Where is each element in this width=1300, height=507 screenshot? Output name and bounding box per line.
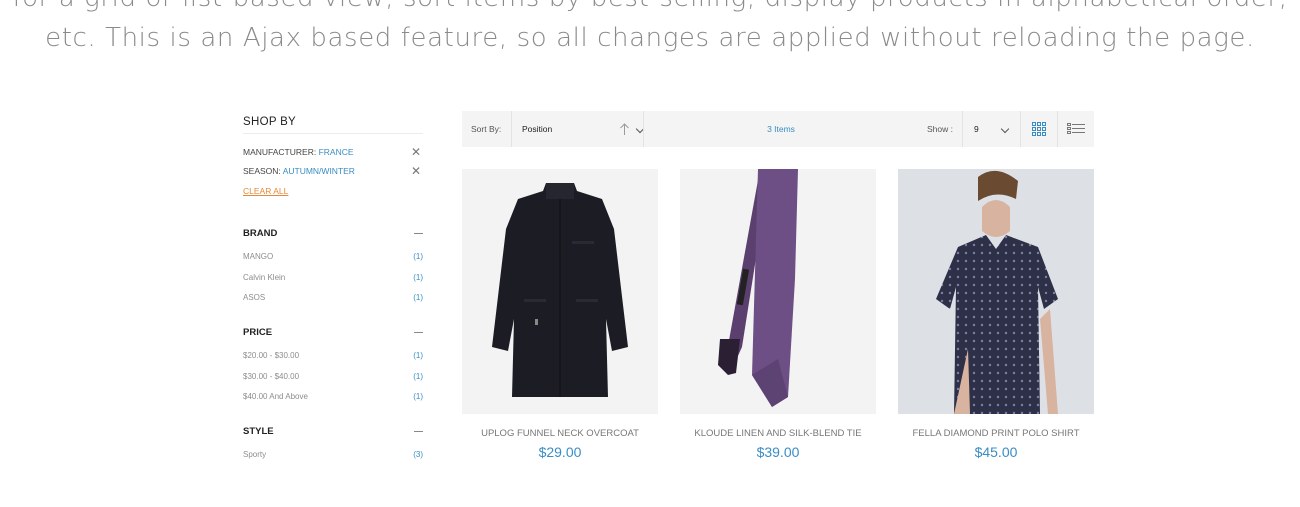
grid-view-button[interactable] [1021, 111, 1057, 147]
collapse-icon[interactable] [414, 233, 423, 234]
filter-option-label: MANGO [243, 252, 274, 261]
filter-option-count: (1) [413, 392, 423, 401]
active-filter-key: SEASON: [243, 166, 281, 176]
filter-option[interactable]: ASOS (1) [243, 288, 423, 309]
filter-group-title-price[interactable]: PRICE [243, 325, 423, 341]
grid-view-icon [1032, 122, 1046, 136]
sort-direction-button[interactable] [612, 111, 643, 147]
polo-shirt-image [936, 170, 1058, 414]
filter-group-title-style[interactable]: STYLE [243, 424, 423, 440]
close-icon[interactable]: ✕ [411, 143, 421, 162]
clear-all-link[interactable]: CLEAR ALL [243, 186, 288, 196]
filter-group-brand: BRAND MANGO (1) Calvin Klein (1) ASOS (1… [243, 226, 423, 309]
filter-group-title-brand[interactable]: BRAND [243, 226, 423, 242]
list-view-button[interactable] [1058, 111, 1094, 147]
filter-option-count: (3) [413, 450, 423, 459]
show-label: Show : [927, 124, 953, 134]
filter-option-label: $20.00 - $30.00 [243, 351, 300, 360]
filter-option-label: Sporty [243, 450, 267, 459]
list-view-icon [1067, 123, 1085, 134]
arrow-up-icon [620, 123, 629, 135]
filter-option-count: (1) [413, 272, 423, 282]
filter-group-style: STYLE Sporty (3) [243, 424, 423, 466]
filter-option-count: (1) [413, 351, 423, 360]
active-filter-value: FRANCE [318, 147, 354, 157]
filter-option[interactable]: Sporty (3) [243, 445, 423, 466]
filter-option-count: (1) [413, 252, 423, 261]
collapse-icon[interactable] [414, 431, 423, 432]
shop-by-title: SHOP BY [243, 110, 423, 134]
intro-line-1: for a grid or list-based view, sort item… [0, 0, 1300, 18]
shop-by-sidebar: SHOP BY MANUFACTURER: FRANCE ✕ SEASON: A… [243, 110, 423, 459]
product-image-tie[interactable] [680, 169, 876, 414]
sort-select-value: Position [522, 124, 553, 134]
overcoat-image [492, 183, 628, 397]
product-name[interactable]: UPLOG FUNNEL NECK OVERCOAT [442, 428, 678, 439]
group-title-label: PRICE [243, 327, 273, 338]
filter-option-label: $30.00 - $40.00 [243, 371, 300, 381]
product-image-polo-shirt[interactable] [898, 169, 1094, 414]
chevron-down-icon [1000, 124, 1010, 134]
product-name[interactable]: KLOUDE LINEN AND SILK-BLEND TIE [660, 428, 896, 439]
filter-option-label: $40.00 And Above [243, 392, 308, 401]
intro-text: for a grid or list-based view, sort item… [0, 0, 1300, 58]
filter-option[interactable]: Calvin Klein (1) [243, 268, 423, 289]
product-name[interactable]: FELLA DIAMOND PRINT POLO SHIRT [878, 428, 1114, 439]
collapse-icon[interactable] [414, 332, 423, 333]
active-filter-key: MANUFACTURER: [243, 147, 317, 157]
group-title-label: BRAND [243, 228, 278, 239]
tie-image [718, 169, 798, 407]
filter-option[interactable]: $30.00 - $40.00 (1) [243, 367, 423, 388]
filter-option[interactable]: $20.00 - $30.00 (1) [243, 346, 423, 367]
product-image-overcoat[interactable] [462, 169, 658, 414]
group-title-label: STYLE [243, 426, 274, 437]
active-filter-manufacturer: MANUFACTURER: FRANCE ✕ [243, 143, 423, 162]
show-select[interactable]: 9 [963, 111, 1020, 147]
active-filter-value: AUTUMN/WINTER [282, 166, 355, 176]
product-price: $39.00 [756, 444, 800, 460]
filter-option-count: (1) [413, 293, 423, 302]
active-filter-season: SEASON: AUTUMN/WINTER ✕ [243, 162, 423, 181]
close-icon[interactable]: ✕ [411, 162, 421, 181]
filter-group-price: PRICE $20.00 - $30.00 (1) $30.00 - $40.0… [243, 325, 423, 408]
sort-by-label: Sort By: [471, 124, 502, 134]
filter-option-label: Calvin Klein [243, 272, 286, 282]
product-price: $45.00 [974, 444, 1018, 460]
filter-option[interactable]: $40.00 And Above (1) [243, 387, 423, 408]
intro-line-2: etc. This is an Ajax based feature, so a… [45, 23, 1255, 53]
product-price: $29.00 [538, 444, 582, 460]
filter-option[interactable]: MANGO (1) [243, 247, 423, 268]
filter-option-count: (1) [413, 371, 423, 381]
filter-option-label: ASOS [243, 293, 266, 302]
show-select-value: 9 [974, 124, 979, 134]
items-count: 3 Items [767, 124, 795, 134]
